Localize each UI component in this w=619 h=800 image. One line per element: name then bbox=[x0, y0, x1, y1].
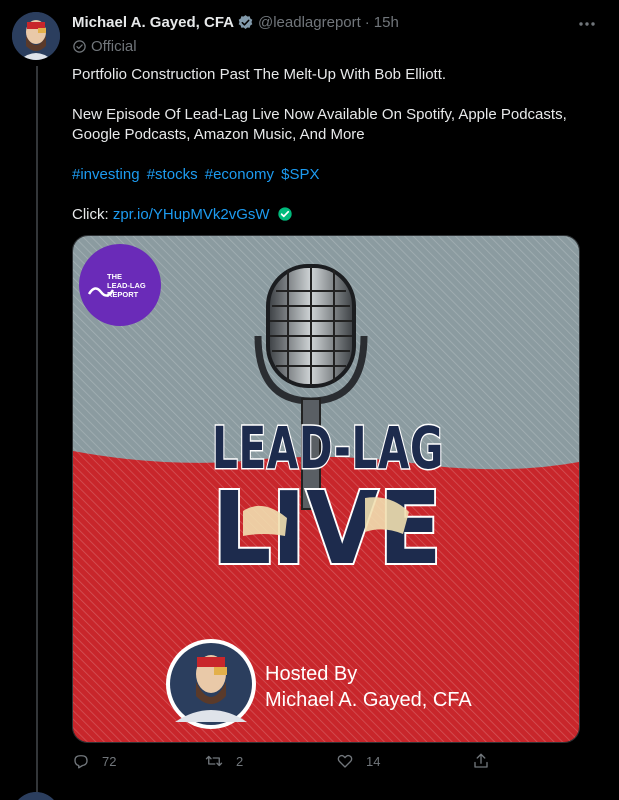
retweet-icon bbox=[205, 755, 223, 767]
share-button[interactable] bbox=[472, 752, 502, 770]
lead-lag-live-title: LEAD-LAG LIVE bbox=[210, 413, 445, 590]
tweet-actions: 72 2 14 bbox=[72, 752, 502, 770]
tweet-header: Michael A. Gayed, CFA @leadlagreport · 1… bbox=[72, 14, 399, 31]
tweet[interactable]: Michael A. Gayed, CFA @leadlagreport · 1… bbox=[0, 0, 619, 800]
next-tweet-avatar[interactable] bbox=[12, 792, 60, 800]
episode-link[interactable]: zpr.io/YHupMVk2vGsW bbox=[113, 206, 270, 223]
hashtag-investing[interactable]: #investing bbox=[72, 166, 140, 183]
hashtag-stocks[interactable]: #stocks bbox=[147, 166, 198, 183]
podcast-cover-image[interactable]: THE LEAD-LAG REPORT LEAD-LAG LIVE Hosted… bbox=[72, 235, 580, 743]
check-mark-icon bbox=[277, 206, 293, 228]
logo-text-lead-lag: LEAD-LAG bbox=[107, 281, 146, 290]
logo-text-the: THE bbox=[107, 272, 122, 281]
verified-badge-icon bbox=[237, 14, 254, 31]
cashtag-spx[interactable]: $SPX bbox=[281, 166, 319, 183]
poster-hosted-by: Hosted By bbox=[265, 663, 357, 685]
hashtag-row: #investing #stocks #economy $SPX bbox=[72, 165, 592, 185]
official-check-icon bbox=[73, 40, 86, 53]
author-name[interactable]: Michael A. Gayed, CFA bbox=[72, 14, 234, 31]
click-label: Click: bbox=[72, 206, 109, 223]
official-text: Official bbox=[91, 38, 137, 55]
avatar[interactable] bbox=[12, 12, 60, 60]
reply-icon bbox=[74, 755, 88, 769]
official-label: Official bbox=[72, 38, 137, 55]
lead-lag-report-logo: THE LEAD-LAG REPORT bbox=[79, 244, 161, 326]
tweet-line-1: Portfolio Construction Past The Melt-Up … bbox=[72, 66, 447, 83]
hashtag-economy[interactable]: #economy bbox=[205, 166, 274, 183]
reply-button[interactable]: 72 bbox=[72, 752, 204, 770]
retweet-button[interactable]: 2 bbox=[204, 752, 336, 770]
tweet-text: Portfolio Construction Past The Melt-Up … bbox=[72, 65, 592, 228]
author-handle[interactable]: @leadlagreport bbox=[258, 14, 361, 31]
like-button[interactable]: 14 bbox=[336, 752, 468, 770]
heart-icon bbox=[337, 754, 353, 768]
logo-text-report: REPORT bbox=[107, 290, 139, 299]
tweet-time[interactable]: 15h bbox=[374, 14, 399, 31]
like-count: 14 bbox=[366, 753, 381, 769]
poster-host-name: Michael A. Gayed, CFA bbox=[265, 689, 472, 711]
thread-line bbox=[36, 66, 38, 800]
reply-count: 72 bbox=[102, 753, 117, 769]
click-row: Click: zpr.io/YHupMVk2vGsW bbox=[72, 205, 592, 228]
tweet-line-2: New Episode Of Lead-Lag Live Now Availab… bbox=[72, 106, 567, 143]
more-options-icon[interactable] bbox=[575, 12, 599, 36]
share-icon bbox=[474, 753, 488, 768]
separator-dot: · bbox=[364, 14, 370, 31]
retweet-count: 2 bbox=[236, 753, 244, 769]
